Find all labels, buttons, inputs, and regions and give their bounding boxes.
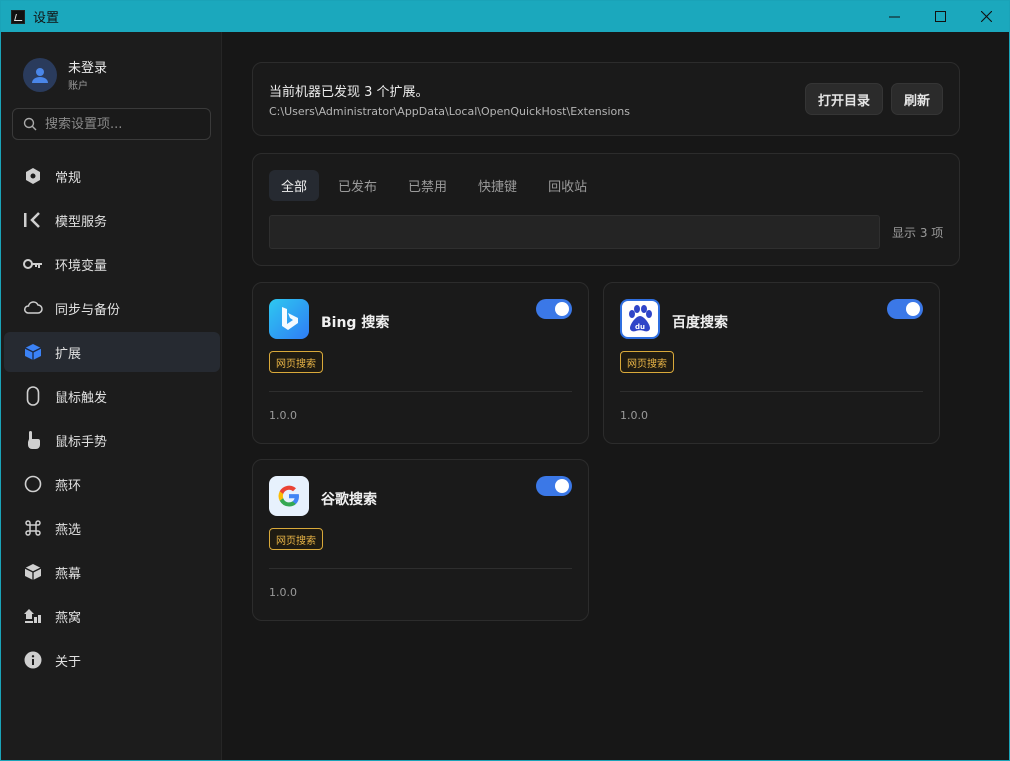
- extensions-path: C:\Users\Administrator\AppData\Local\Ope…: [269, 105, 630, 118]
- tab-all[interactable]: 全部: [269, 170, 320, 201]
- ring-icon: [23, 474, 43, 494]
- extension-card-google[interactable]: 谷歌搜索 网页搜索 1.0.0: [252, 459, 589, 621]
- sidebar-item-yanmu[interactable]: 燕幕: [4, 552, 220, 592]
- extension-version: 1.0.0: [269, 409, 297, 422]
- account-panel[interactable]: 未登录 账户: [23, 57, 107, 92]
- sidebar-item-label: 燕环: [55, 478, 82, 494]
- item-count: 显示 3 项: [892, 226, 944, 240]
- sidebar: 未登录 账户 常规 模型服务: [1, 32, 222, 760]
- settings-search[interactable]: [12, 108, 211, 140]
- extensions-filter-card: 全部 已发布 已禁用 快捷键 回收站 显示 3 项: [252, 153, 960, 266]
- extension-version: 1.0.0: [269, 586, 297, 599]
- sidebar-item-label: 环境变量: [55, 258, 108, 274]
- tab-disabled[interactable]: 已禁用: [396, 170, 459, 201]
- title-bar[interactable]: 设置: [1, 1, 1009, 32]
- box-icon: [23, 562, 43, 582]
- sidebar-item-label: 鼠标触发: [55, 390, 108, 406]
- divider: [269, 568, 572, 569]
- open-directory-button[interactable]: 打开目录: [805, 83, 883, 115]
- divider: [269, 391, 572, 392]
- extension-name: Bing 搜索: [321, 315, 390, 331]
- maximize-button[interactable]: [917, 1, 963, 32]
- maximize-icon: [934, 11, 946, 22]
- sidebar-item-mouse-gesture[interactable]: 鼠标手势: [4, 420, 220, 460]
- sidebar-item-sync-backup[interactable]: 同步与备份: [4, 288, 220, 328]
- info-icon: [23, 650, 43, 670]
- extension-enable-toggle[interactable]: [536, 299, 572, 319]
- cube-icon: [23, 342, 43, 362]
- search-icon: [23, 117, 37, 131]
- avatar[interactable]: [23, 57, 57, 92]
- sidebar-item-label: 关于: [55, 654, 82, 670]
- filter-tabs: 全部 已发布 已禁用 快捷键 回收站: [269, 170, 606, 201]
- sidebar-item-label: 燕选: [55, 522, 82, 538]
- sidebar-item-label: 鼠标手势: [55, 434, 108, 450]
- divider: [620, 391, 923, 392]
- tab-published[interactable]: 已发布: [326, 170, 389, 201]
- sidebar-item-yanxuan[interactable]: 燕选: [4, 508, 220, 548]
- tab-shortcuts[interactable]: 快捷键: [466, 170, 529, 201]
- sidebar-item-label: 扩展: [55, 346, 82, 362]
- command-icon: [23, 518, 43, 538]
- minimize-icon: [888, 16, 900, 18]
- sidebar-item-label: 燕幕: [55, 566, 82, 582]
- minimize-button[interactable]: [871, 1, 917, 32]
- sidebar-item-yanhuan[interactable]: 燕环: [4, 464, 220, 504]
- extension-card-baidu[interactable]: du 百度搜索 网页搜索 1.0.0: [603, 282, 940, 444]
- model-icon: [23, 210, 43, 230]
- sidebar-item-label: 模型服务: [55, 214, 108, 230]
- filter-input[interactable]: [269, 215, 880, 249]
- extensions-info-card: 当前机器已发现 3 个扩展。 C:\Users\Administrator\Ap…: [252, 62, 960, 136]
- window-title: 设置: [33, 11, 60, 26]
- sidebar-item-yanwo[interactable]: 燕窝: [4, 596, 220, 636]
- settings-window: 设置 未登录 账户 搜索设置项... 常规 模型服务 环境变量 同步与备份 扩展…: [0, 0, 1010, 761]
- extension-tag: 网页搜索: [620, 351, 674, 373]
- close-icon: [980, 11, 992, 22]
- nest-icon: [23, 606, 43, 626]
- sidebar-item-label: 常规: [55, 170, 82, 186]
- extension-tag: 网页搜索: [269, 528, 323, 550]
- extension-card-bing[interactable]: Bing 搜索 网页搜索 1.0.0: [252, 282, 589, 444]
- extension-name: 百度搜索: [672, 315, 728, 331]
- sidebar-item-label: 燕窝: [55, 610, 82, 626]
- extension-enable-toggle[interactable]: [536, 476, 572, 496]
- hexagon-icon: [23, 166, 43, 186]
- extension-enable-toggle[interactable]: [887, 299, 923, 319]
- baidu-icon: du: [620, 299, 660, 339]
- extension-name: 谷歌搜索: [321, 492, 377, 508]
- close-button[interactable]: [963, 1, 1009, 32]
- sidebar-item-general[interactable]: 常规: [4, 156, 220, 196]
- svg-text:du: du: [635, 323, 645, 331]
- pointer-hand-icon: [23, 430, 43, 450]
- account-name: 未登录: [68, 61, 108, 76]
- key-icon: [23, 254, 43, 274]
- google-icon: [269, 476, 309, 516]
- refresh-button[interactable]: 刷新: [891, 83, 943, 115]
- extension-version: 1.0.0: [620, 409, 648, 422]
- search-input[interactable]: [45, 116, 195, 132]
- tab-recycle-bin[interactable]: 回收站: [536, 170, 599, 201]
- bing-icon: [269, 299, 309, 339]
- sidebar-item-env-vars[interactable]: 环境变量: [4, 244, 220, 284]
- account-subtitle: 账户: [68, 81, 88, 92]
- mouse-icon: [23, 386, 43, 406]
- user-icon: [32, 67, 48, 83]
- sidebar-item-extensions[interactable]: 扩展: [4, 332, 220, 372]
- sidebar-item-label: 同步与备份: [55, 302, 121, 318]
- sidebar-item-mouse-trigger[interactable]: 鼠标触发: [4, 376, 220, 416]
- extension-tag: 网页搜索: [269, 351, 323, 373]
- cloud-icon: [23, 298, 43, 318]
- sidebar-item-about[interactable]: 关于: [4, 640, 220, 680]
- extensions-found-text: 当前机器已发现 3 个扩展。: [269, 85, 429, 100]
- extensions-page: 当前机器已发现 3 个扩展。 C:\Users\Administrator\Ap…: [223, 32, 1009, 760]
- sidebar-nav: 常规 模型服务 环境变量 同步与备份 扩展 鼠标触发 鼠标手势 燕环 燕选 燕幕…: [4, 156, 220, 684]
- app-logo-icon: [11, 9, 25, 24]
- sidebar-item-model-service[interactable]: 模型服务: [4, 200, 220, 240]
